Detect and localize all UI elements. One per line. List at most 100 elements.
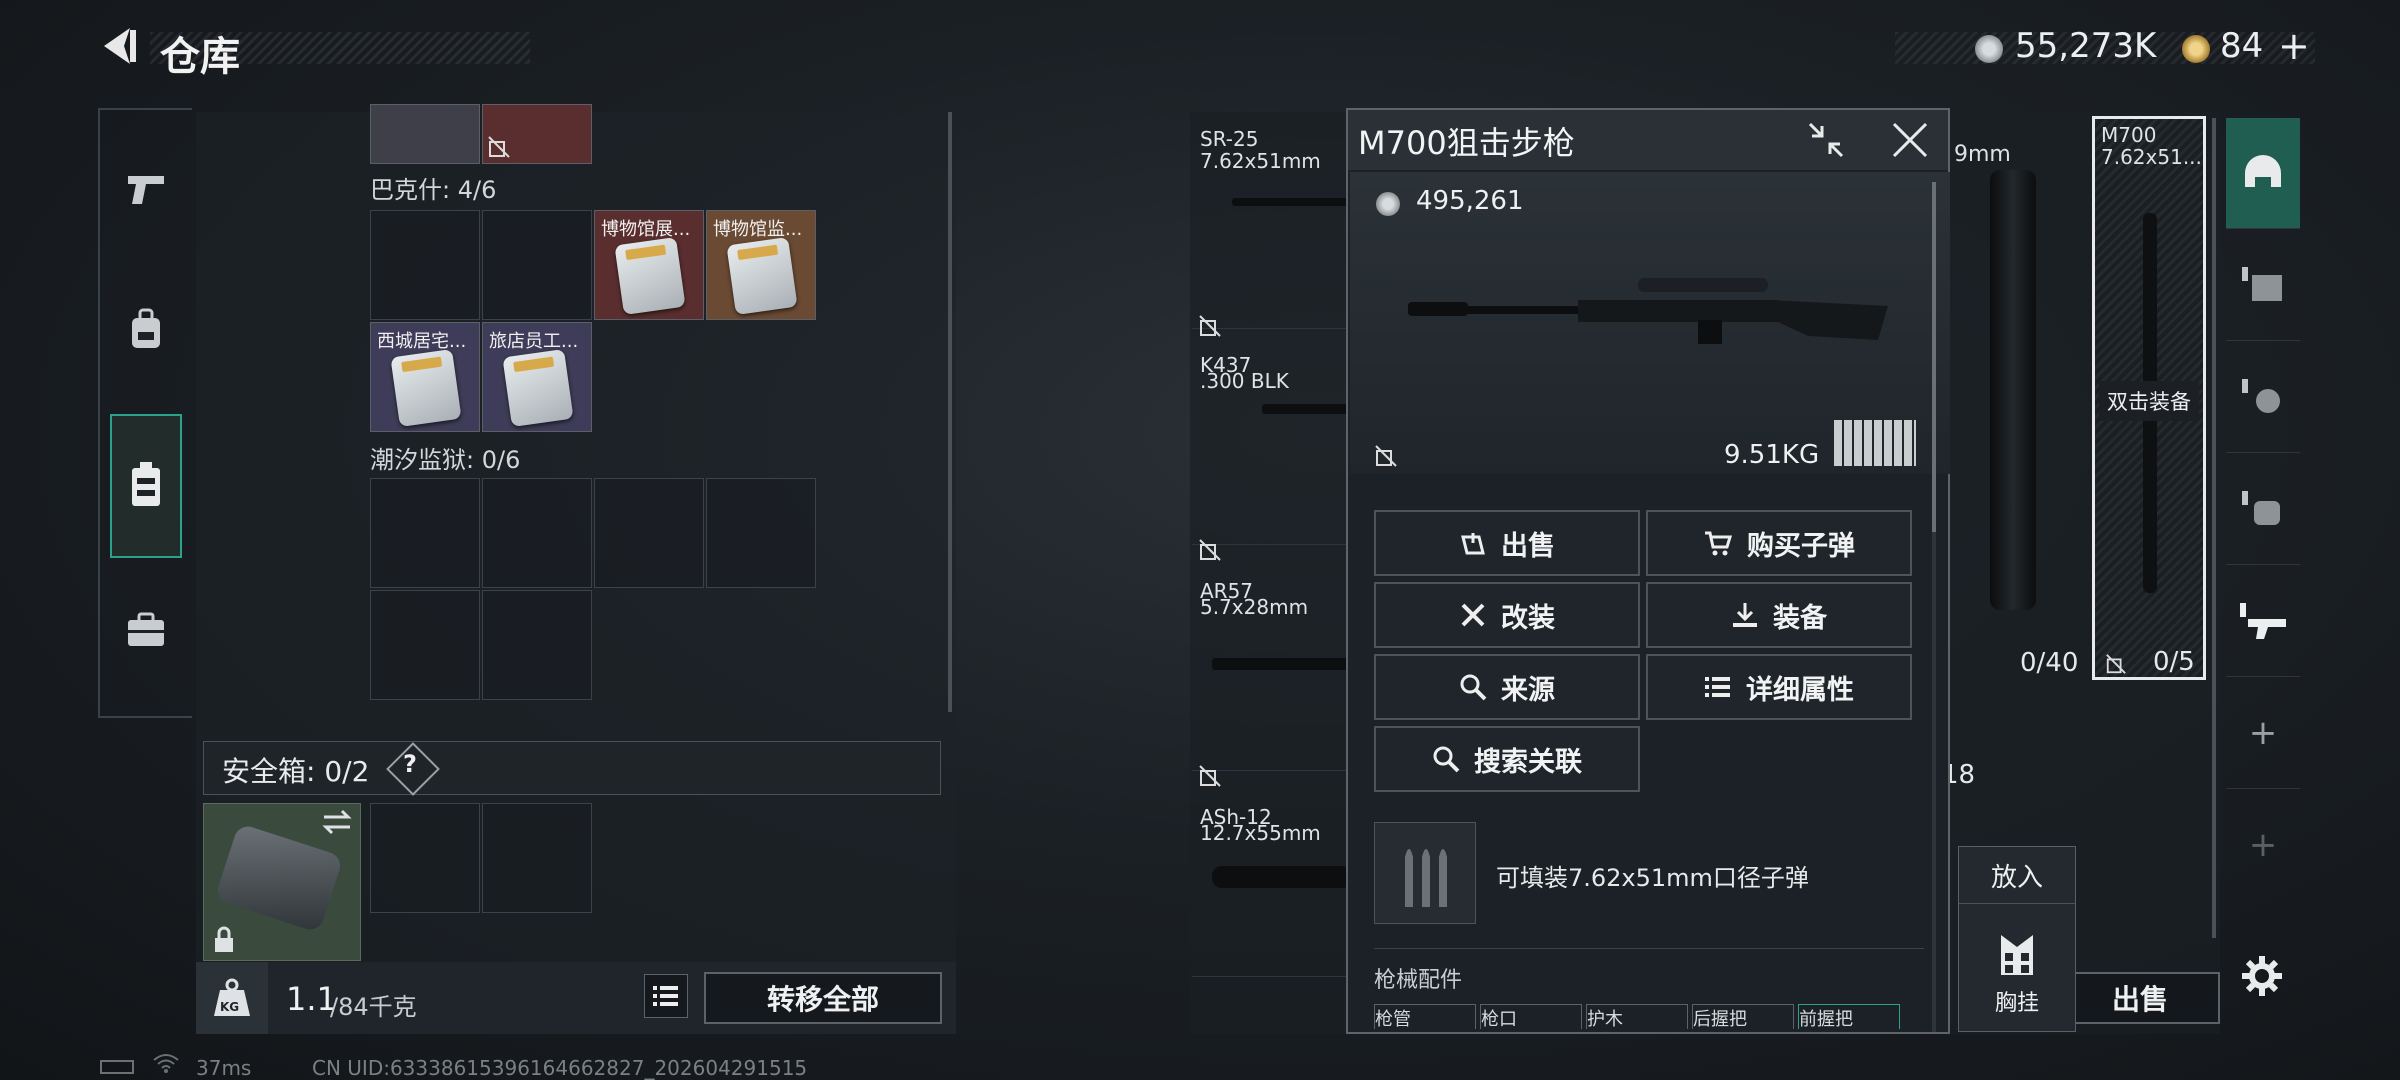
source-button[interactable]: 来源 bbox=[1374, 654, 1640, 720]
grid-cell[interactable] bbox=[370, 590, 480, 700]
collapse-icon[interactable] bbox=[1806, 120, 1846, 160]
safe-slot[interactable] bbox=[370, 803, 480, 913]
side-tab-rig[interactable] bbox=[2226, 342, 2300, 453]
side-tab-weapon[interactable] bbox=[2226, 566, 2300, 677]
keycard-image bbox=[502, 349, 574, 427]
weapon-ammo: .300 BLK bbox=[1200, 369, 1289, 393]
weapon-row[interactable]: K437 .300 BLK bbox=[1192, 344, 1352, 561]
search-icon bbox=[1460, 674, 1487, 701]
gun-silhouette bbox=[1212, 866, 1352, 888]
safe-box-item[interactable] bbox=[203, 803, 361, 961]
weapon-row[interactable]: AR57 5.7x28mm bbox=[1192, 570, 1352, 787]
m700-slot-ammo: 7.62x51... bbox=[2101, 145, 2202, 169]
accessory-tab-barrel[interactable]: 枪管 bbox=[1374, 1004, 1476, 1029]
stash-item[interactable]: 旅店员工... bbox=[482, 322, 592, 432]
stash-item[interactable]: 博物馆监... bbox=[706, 210, 816, 320]
grid-cell[interactable] bbox=[370, 478, 480, 588]
weapon-row[interactable]: ASh-12 12.7x55mm bbox=[1192, 796, 1352, 977]
armor-icon bbox=[2242, 267, 2282, 301]
uid-text: CN UID:633386153961646628​27_20260429151… bbox=[312, 1056, 808, 1080]
modify-label: 改装 bbox=[1501, 602, 1555, 634]
grid-cell[interactable] bbox=[594, 478, 704, 588]
sell-item-button[interactable]: 出售 bbox=[1374, 510, 1640, 576]
item-size-grid-icon bbox=[1834, 420, 1916, 466]
chest-rig-popover[interactable]: 放入 胸挂 bbox=[1958, 846, 2076, 1032]
weapon-row[interactable]: SR-25 7.62x51mm bbox=[1192, 118, 1352, 337]
weapon-scrollbar[interactable] bbox=[2212, 118, 2216, 938]
side-tab-armor[interactable] bbox=[2226, 230, 2300, 341]
rail-weapons[interactable] bbox=[100, 120, 192, 260]
safe-slot[interactable] bbox=[482, 803, 592, 913]
details-button[interactable]: 详细属性 bbox=[1646, 654, 1912, 720]
keycard-image bbox=[390, 349, 462, 427]
lock-icon bbox=[215, 926, 233, 952]
gun-silhouette bbox=[1262, 404, 1352, 414]
stash-item[interactable]: 博物馆展... bbox=[594, 210, 704, 320]
side-tab-helmet[interactable] bbox=[2226, 118, 2300, 229]
rig-icon bbox=[2242, 379, 2280, 413]
settings-gear-icon[interactable] bbox=[2240, 954, 2284, 998]
coin-icon bbox=[1975, 35, 2003, 63]
accessories-label: 枪械配件 bbox=[1374, 968, 1463, 993]
unbound-icon bbox=[1199, 765, 1221, 787]
accessory-tab-handguard[interactable]: 护木 bbox=[1586, 1004, 1688, 1029]
safe-box-label: 安全箱: 0/2 bbox=[222, 755, 370, 788]
side-tab-bag[interactable] bbox=[2226, 454, 2300, 565]
put-in-button[interactable]: 放入 bbox=[1959, 847, 2075, 904]
rail-case[interactable] bbox=[100, 560, 192, 700]
side-tab-add[interactable]: + bbox=[2226, 678, 2300, 789]
accessory-tab-muzzle[interactable]: 枪口 bbox=[1480, 1004, 1582, 1029]
rail-backpack[interactable] bbox=[100, 260, 192, 400]
m700-slot-name: M700 bbox=[2101, 123, 2157, 147]
rail-vest[interactable] bbox=[110, 414, 182, 558]
help-mark: ? bbox=[403, 750, 417, 778]
ticket-icon bbox=[2182, 35, 2210, 63]
weapon-ammo: 5.7x28mm bbox=[1200, 595, 1309, 619]
price-coin-icon bbox=[1376, 192, 1400, 216]
grid-cell[interactable] bbox=[482, 590, 592, 700]
close-icon[interactable] bbox=[1890, 120, 1930, 160]
gun-silhouette bbox=[1212, 658, 1352, 670]
search-related-button[interactable]: 搜索关联 bbox=[1374, 726, 1640, 792]
category-rail bbox=[98, 108, 192, 718]
stash-item[interactable]: 西城居宅... bbox=[370, 322, 480, 432]
gun-silhouette bbox=[1232, 198, 1352, 206]
swap-icon[interactable] bbox=[320, 808, 354, 836]
download-icon bbox=[1733, 603, 1757, 627]
stash-item[interactable] bbox=[482, 104, 592, 164]
chest-rig-icon bbox=[2001, 935, 2033, 975]
weapon-ammo: 12.7x55mm bbox=[1200, 821, 1321, 845]
grid-cell[interactable] bbox=[706, 478, 816, 588]
grid-cell[interactable] bbox=[482, 210, 592, 320]
ticket-balance: 84 bbox=[2220, 26, 2264, 66]
list-icon bbox=[653, 986, 678, 1006]
add-currency-button[interactable]: + bbox=[2278, 24, 2310, 68]
grid-cell[interactable] bbox=[370, 210, 480, 320]
accessory-tab-rear-grip[interactable]: 后握把 bbox=[1692, 1004, 1794, 1029]
bullets-icon bbox=[1405, 849, 1447, 907]
transfer-all-button[interactable]: 转移全部 bbox=[704, 972, 942, 1024]
unbound-icon bbox=[2106, 654, 2126, 674]
modify-button[interactable]: 改装 bbox=[1374, 582, 1640, 648]
stash-item[interactable] bbox=[370, 104, 480, 164]
buy-ammo-button[interactable]: 购买子弹 bbox=[1646, 510, 1912, 576]
section-label-bakesh: 巴克什: 4/6 bbox=[370, 176, 497, 204]
keycard-image bbox=[726, 237, 798, 315]
coin-balance: 55,273K bbox=[2015, 26, 2157, 66]
m700-slot[interactable]: M700 7.62x51... 双击装备 0/5 bbox=[2092, 116, 2206, 680]
grid-cell[interactable] bbox=[482, 478, 592, 588]
safe-case-image bbox=[214, 822, 344, 934]
item-weight: 9.51KG bbox=[1724, 440, 1820, 470]
sell-button[interactable]: 出售 bbox=[2060, 972, 2220, 1024]
slot-count-b: 0/5 bbox=[2153, 647, 2195, 677]
list-view-button[interactable] bbox=[644, 974, 688, 1018]
backpack-icon bbox=[132, 308, 160, 348]
slot-ammo-partial: 9mm bbox=[1954, 142, 2011, 167]
popup-scrollbar[interactable] bbox=[1932, 182, 1936, 532]
unbound-icon bbox=[1375, 445, 1397, 467]
back-arrow-icon[interactable] bbox=[96, 24, 140, 68]
stash-scrollbar[interactable] bbox=[948, 112, 952, 712]
equip-button[interactable]: 装备 bbox=[1646, 582, 1912, 648]
accessory-tab-fore-grip[interactable]: 前握把 bbox=[1798, 1004, 1900, 1029]
equip-label: 装备 bbox=[1773, 602, 1827, 634]
